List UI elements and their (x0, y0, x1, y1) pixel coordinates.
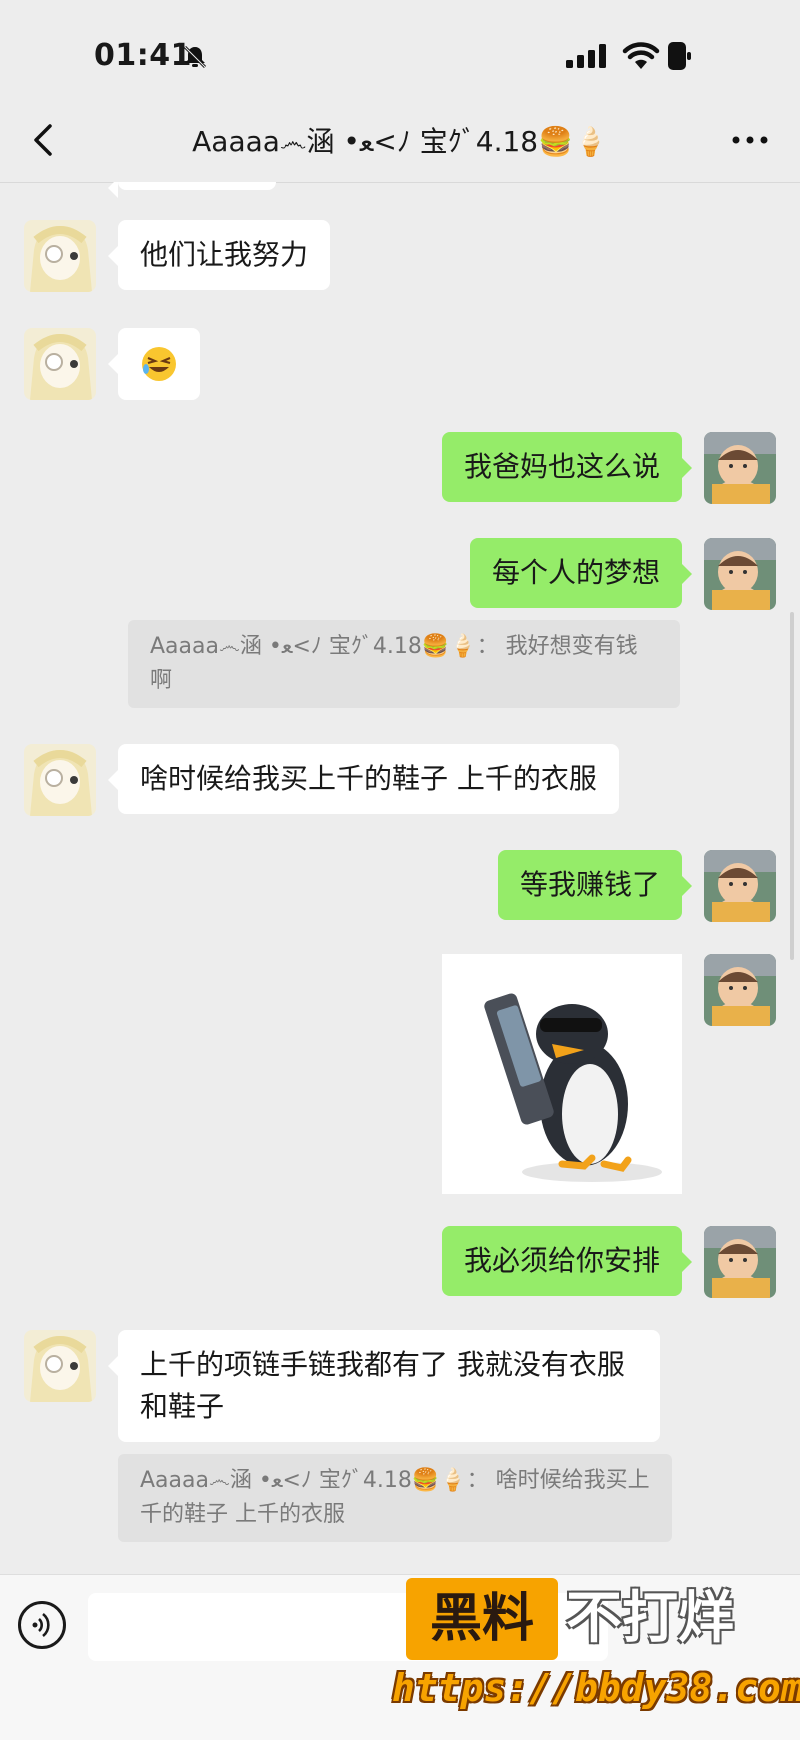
avatar-self[interactable] (704, 432, 776, 504)
watermark-brand-left: 黑料 (429, 1589, 534, 1649)
message-bubble[interactable]: 上千的项链手链我都有了 我就没有衣服和鞋子 (108, 1330, 660, 1442)
message-text: 我必须给你安排 (463, 1244, 660, 1277)
avatar-self[interactable] (704, 954, 776, 1026)
voice-icon (32, 1612, 50, 1638)
message-bubble-emoji[interactable]: 😂 (108, 328, 200, 400)
penguin-with-phone-icon (484, 993, 662, 1182)
avatar-contact[interactable] (24, 328, 96, 400)
avatar-self[interactable] (704, 1226, 776, 1298)
quoted-message[interactable]: Aaaaa෴涵 •ﻌ<ﾉ 宝ｸﾞ4.18🍔🍦： 啥时候给我买上千的鞋子 上千的衣… (118, 1454, 672, 1542)
avatar-self[interactable] (704, 538, 776, 610)
avatar-self[interactable] (704, 850, 776, 922)
avatar-contact[interactable] (24, 744, 96, 816)
signal-icon (566, 44, 606, 68)
penguin-sticker[interactable] (442, 954, 682, 1194)
laughing-emoji-icon (142, 347, 176, 381)
more-dots-icon[interactable] (726, 122, 774, 158)
avatar-contact[interactable] (24, 220, 96, 292)
scrollbar[interactable] (790, 612, 794, 960)
message-text: 我爸妈也这么说 (463, 450, 660, 483)
back-chevron-icon[interactable] (24, 120, 64, 160)
watermark-brand-right: 不打烊 (566, 1586, 734, 1651)
mute-bell-icon (183, 45, 207, 69)
status-time: 01:41 (94, 38, 192, 73)
status-bar: 01:41 (0, 0, 800, 100)
message-bubble-self[interactable]: 等我赚钱了 (497, 850, 693, 920)
chat-title: Aaaaa෴涵 •ﻌ<ﾉ 宝ｸﾞ4.18🍔🍦 (192, 125, 608, 158)
message-list[interactable]: 他们让我努力 😂 我爸妈也这么说 每个人的梦想 Aaaaa෴涵 •ﻌ<ﾉ 宝ｸﾞ… (0, 182, 800, 1574)
message-bubble-partial (108, 182, 276, 198)
avatar-contact[interactable] (24, 1330, 96, 1402)
watermark-logo: 黑料 (406, 1578, 558, 1660)
message-text: 等我赚钱了 (519, 868, 660, 901)
voice-button[interactable] (18, 1601, 66, 1649)
message-text: 上千的项链手链我都有了 我就没有衣服和鞋子 (140, 1348, 625, 1423)
message-bubble-self[interactable]: 我必须给你安排 (441, 1226, 693, 1296)
watermark-url: https://bbdy38.com (392, 1666, 800, 1710)
message-text: 他们让我努力 (140, 238, 309, 271)
message-bubble[interactable]: 他们让我努力 (107, 220, 331, 290)
message-text: 啥时候给我买上千的鞋子 上千的衣服 (140, 762, 597, 795)
chat-header: Aaaaa෴涵 •ﻌ<ﾉ 宝ｸﾞ4.18🍔🍦 (0, 100, 800, 183)
quote-text: Aaaaa෴涵 •ﻌ<ﾉ 宝ｸﾞ4.18🍔🍦： 啥时候给我买上千的鞋子 上千的衣… (140, 1468, 650, 1527)
quote-text: Aaaaa෴涵 •ﻌ<ﾉ 宝ｸﾞ4.18🍔🍦： 我好想变有钱啊 (150, 634, 638, 693)
battery-icon (668, 42, 691, 70)
message-text: 每个人的梦想 (491, 556, 660, 589)
message-bubble[interactable]: 啥时候给我买上千的鞋子 上千的衣服 (108, 744, 619, 814)
wifi-icon (622, 42, 660, 69)
message-bubble-self[interactable]: 我爸妈也这么说 (441, 432, 693, 502)
message-bubble-self[interactable]: 每个人的梦想 (469, 538, 693, 608)
quoted-message[interactable]: Aaaaa෴涵 •ﻌ<ﾉ 宝ｸﾞ4.18🍔🍦： 我好想变有钱啊 (128, 620, 680, 708)
